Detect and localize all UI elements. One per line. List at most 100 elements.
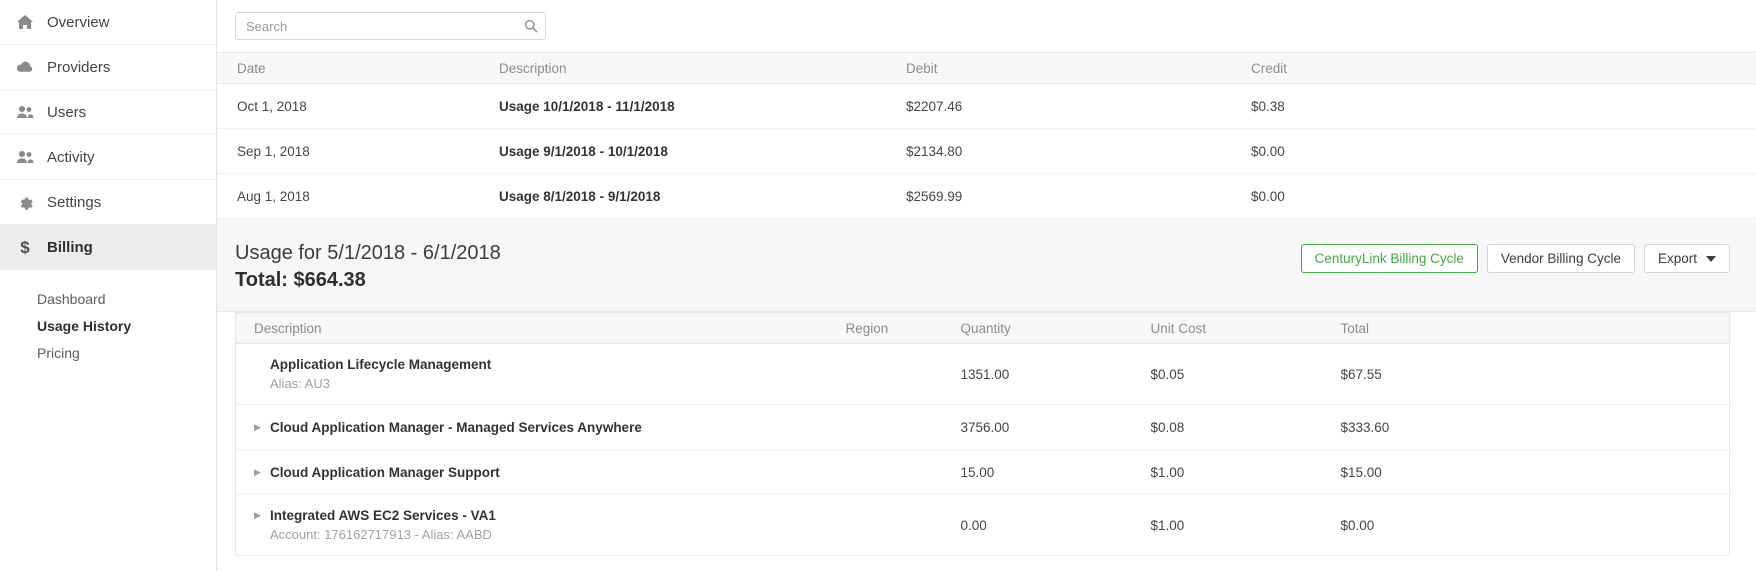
column-header-description[interactable]: Description bbox=[235, 312, 836, 344]
sidebar-item-users[interactable]: Users bbox=[0, 90, 216, 135]
sidebar-item-label: Users bbox=[47, 103, 87, 121]
cell-region bbox=[835, 449, 951, 495]
detail-table-header: Description Region Quantity Unit Cost To… bbox=[235, 312, 1730, 344]
description-cell-content: ▶ Integrated AWS EC2 Services - VA1 Acco… bbox=[254, 507, 826, 543]
item-subtext: Account: 176162717913 - Alias: AABD bbox=[270, 527, 492, 542]
cell-region bbox=[835, 343, 951, 405]
usage-heading-group: Usage for 5/1/2018 - 6/1/2018 Total: $66… bbox=[235, 239, 501, 293]
svg-text:$: $ bbox=[20, 238, 30, 256]
description-text-group: Application Lifecycle Management Alias: … bbox=[270, 356, 491, 392]
expand-triangle-icon[interactable]: ▶ bbox=[254, 464, 270, 477]
column-header-credit[interactable]: Credit bbox=[1241, 52, 1756, 84]
table-row[interactable]: Aug 1, 2018 Usage 8/1/2018 - 9/1/2018 $2… bbox=[217, 173, 1756, 219]
column-header-quantity[interactable]: Quantity bbox=[950, 312, 1141, 344]
column-header-unit-cost[interactable]: Unit Cost bbox=[1140, 312, 1331, 344]
sidebar-item-settings[interactable]: Settings bbox=[0, 180, 216, 225]
cell-description: ▶ Integrated AWS EC2 Services - VA1 Acco… bbox=[235, 494, 836, 556]
chevron-down-icon bbox=[1706, 255, 1716, 262]
usage-section: Usage for 5/1/2018 - 6/1/2018 Total: $66… bbox=[217, 219, 1756, 312]
table-row[interactable]: ▶ Application Lifecycle Management Alias… bbox=[235, 343, 1730, 405]
cell-credit: $0.00 bbox=[1241, 128, 1756, 174]
cell-debit: $2207.46 bbox=[896, 83, 1241, 129]
detail-header-row: Description Region Quantity Unit Cost To… bbox=[235, 312, 1730, 344]
cell-quantity: 15.00 bbox=[950, 449, 1141, 495]
item-name: Application Lifecycle Management bbox=[270, 357, 492, 372]
sidebar-item-label: Settings bbox=[47, 193, 102, 211]
cell-unit-cost: $0.05 bbox=[1140, 343, 1331, 405]
column-header-description[interactable]: Description bbox=[489, 52, 896, 84]
invoice-table-header: Date Description Debit Credit bbox=[217, 52, 1756, 84]
sidebar-item-label: Activity bbox=[47, 148, 95, 166]
detail-table-body: ▶ Application Lifecycle Management Alias… bbox=[235, 343, 1730, 556]
sidebar-subitem-pricing[interactable]: Pricing bbox=[0, 340, 216, 367]
cell-unit-cost: $1.00 bbox=[1140, 449, 1331, 495]
cell-description: ▶ Cloud Application Manager Support bbox=[235, 449, 836, 495]
sidebar-item-activity[interactable]: Activity bbox=[0, 135, 216, 180]
description-text-group: Cloud Application Manager - Managed Serv… bbox=[270, 419, 642, 436]
table-row[interactable]: ▶ Integrated AWS EC2 Services - VA1 Acco… bbox=[235, 494, 1730, 556]
sidebar-item-billing[interactable]: $ Billing bbox=[0, 225, 216, 270]
column-header-region[interactable]: Region bbox=[835, 312, 951, 344]
sidebar-item-label: Overview bbox=[47, 13, 110, 31]
vendor-billing-cycle-button[interactable]: Vendor Billing Cycle bbox=[1486, 244, 1635, 273]
activity-icon bbox=[10, 150, 40, 164]
description-cell-content: ▶ Cloud Application Manager - Managed Se… bbox=[254, 419, 826, 436]
table-row[interactable]: ▶ Cloud Application Manager Support 15.0… bbox=[235, 449, 1730, 495]
item-name: Integrated AWS EC2 Services - VA1 bbox=[270, 508, 496, 523]
column-header-total[interactable]: Total bbox=[1330, 312, 1730, 344]
search-wrapper bbox=[235, 12, 546, 40]
cell-date: Aug 1, 2018 bbox=[217, 173, 489, 219]
invoice-table: Date Description Debit Credit Oct 1, 201… bbox=[217, 52, 1756, 219]
home-icon bbox=[10, 14, 40, 30]
sidebar-item-providers[interactable]: Providers bbox=[0, 45, 216, 90]
usage-actions: CenturyLink Billing Cycle Vendor Billing… bbox=[1300, 239, 1730, 273]
cell-quantity: 3756.00 bbox=[950, 404, 1141, 450]
item-name: Cloud Application Manager Support bbox=[270, 464, 500, 480]
usage-detail-table: Description Region Quantity Unit Cost To… bbox=[235, 312, 1730, 556]
cell-debit: $2569.99 bbox=[896, 173, 1241, 219]
table-row[interactable]: ▶ Cloud Application Manager - Managed Se… bbox=[235, 404, 1730, 450]
main-content: Date Description Debit Credit Oct 1, 201… bbox=[217, 0, 1756, 571]
description-cell-content: ▶ Application Lifecycle Management Alias… bbox=[254, 356, 826, 392]
expand-triangle-icon[interactable]: ▶ bbox=[254, 507, 270, 520]
cell-description: Usage 10/1/2018 - 11/1/2018 bbox=[489, 83, 896, 129]
column-header-date[interactable]: Date bbox=[217, 52, 489, 84]
cell-total: $0.00 bbox=[1330, 494, 1730, 556]
usage-total: Total: $664.38 bbox=[235, 269, 366, 291]
sidebar-item-label: Providers bbox=[47, 58, 111, 76]
cell-date: Oct 1, 2018 bbox=[217, 83, 489, 129]
cell-description: ▶ Application Lifecycle Management Alias… bbox=[235, 343, 836, 405]
table-row[interactable]: Sep 1, 2018 Usage 9/1/2018 - 10/1/2018 $… bbox=[217, 128, 1756, 174]
cell-total: $67.55 bbox=[1330, 343, 1730, 405]
search-bar bbox=[217, 0, 1756, 52]
cell-unit-cost: $1.00 bbox=[1140, 494, 1331, 556]
invoice-header-row: Date Description Debit Credit bbox=[217, 52, 1756, 84]
item-name: Cloud Application Manager - Managed Serv… bbox=[270, 419, 642, 435]
column-header-debit[interactable]: Debit bbox=[896, 52, 1241, 84]
export-button[interactable]: Export bbox=[1643, 244, 1730, 273]
cell-date: Sep 1, 2018 bbox=[217, 128, 489, 174]
expand-triangle-icon[interactable]: ▶ bbox=[254, 419, 270, 432]
cloud-icon bbox=[10, 60, 40, 74]
sidebar-subitem-dashboard[interactable]: Dashboard bbox=[0, 286, 216, 313]
description-cell-content: ▶ Cloud Application Manager Support bbox=[254, 464, 826, 481]
centurylink-billing-cycle-button[interactable]: CenturyLink Billing Cycle bbox=[1300, 244, 1478, 273]
cell-unit-cost: $0.08 bbox=[1140, 404, 1331, 450]
cell-description: Usage 9/1/2018 - 10/1/2018 bbox=[489, 128, 896, 174]
detail-table-wrapper: Description Region Quantity Unit Cost To… bbox=[217, 312, 1756, 556]
cell-quantity: 0.00 bbox=[950, 494, 1141, 556]
usage-header: Usage for 5/1/2018 - 6/1/2018 Total: $66… bbox=[217, 219, 1756, 311]
search-input[interactable] bbox=[235, 12, 546, 40]
table-row[interactable]: Oct 1, 2018 Usage 10/1/2018 - 11/1/2018 … bbox=[217, 83, 1756, 129]
sidebar-subitem-usage-history[interactable]: Usage History bbox=[0, 313, 216, 340]
app-root: Overview Providers Users Activity Settin bbox=[0, 0, 1756, 571]
cell-credit: $0.38 bbox=[1241, 83, 1756, 129]
item-subtext: Alias: AU3 bbox=[270, 376, 330, 391]
invoice-table-body: Oct 1, 2018 Usage 10/1/2018 - 11/1/2018 … bbox=[217, 83, 1756, 219]
billing-subnav: Dashboard Usage History Pricing bbox=[0, 270, 216, 367]
cell-description: Usage 8/1/2018 - 9/1/2018 bbox=[489, 173, 896, 219]
users-icon bbox=[10, 105, 40, 119]
sidebar-item-overview[interactable]: Overview bbox=[0, 0, 216, 45]
cell-region bbox=[835, 494, 951, 556]
description-text-group: Cloud Application Manager Support bbox=[270, 464, 500, 481]
